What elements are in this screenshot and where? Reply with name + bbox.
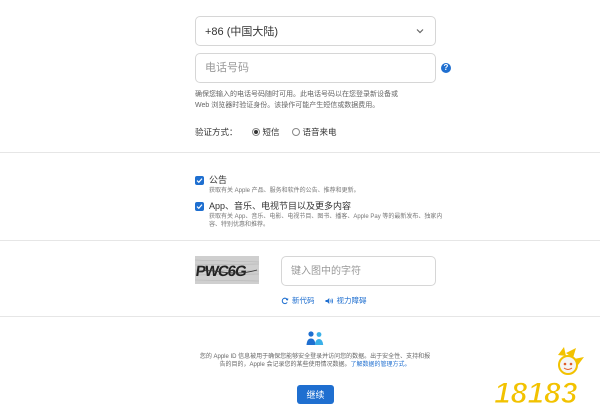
captcha-noise: PWC6G <box>195 256 259 284</box>
country-select[interactable]: +86 (中国大陆) <box>195 16 436 46</box>
apps-music-desc: 获取有关 App、音乐、电影、电视节目、图书、播客、Apple Pay 等的最新… <box>209 214 443 228</box>
radio-voice-call[interactable] <box>291 128 300 136</box>
checkmark-icon <box>196 178 203 184</box>
phone-number-input[interactable] <box>195 53 436 83</box>
radio-sms[interactable] <box>251 128 260 136</box>
speaker-icon <box>325 297 333 304</box>
divider <box>0 152 600 153</box>
country-select-value: +86 (中国大陆) <box>205 26 279 38</box>
announcements-desc: 获取有关 Apple 产品、服务和软件的公告、推荐和更新。 <box>209 188 360 194</box>
question-mark-icon[interactable]: ? <box>441 63 451 73</box>
captcha-text: PWC6G <box>195 263 247 280</box>
phone-note-line1: 确保您输入的电话号码随时可用。此电话号码以在您登录新设备或 <box>195 91 398 98</box>
captcha-links: 新代码 视力障碍 <box>281 295 377 306</box>
radio-sms-label[interactable]: 短信 <box>263 126 280 138</box>
mascot-icon <box>558 347 584 375</box>
phone-note: 确保您输入的电话号码随时可用。此电话号码以在您登录新设备或 Web 浏览器时验证… <box>195 89 455 111</box>
checkmark-icon <box>196 204 203 210</box>
privacy-line2: 告的目的，Apple 会记录您的某些使用情况数据。 <box>219 362 351 368</box>
divider <box>0 240 600 241</box>
apps-music-checkbox[interactable] <box>195 202 204 211</box>
captcha-image: PWC6G <box>195 256 259 284</box>
privacy-line1: 您的 Apple ID 信息被用于确保您能够安全登录并访问您的数据。出于安全性、… <box>199 354 431 360</box>
data-management-link[interactable]: 了解数据的管理方式。 <box>351 362 411 368</box>
watermark-text: 18183 <box>494 377 578 408</box>
verification-method: 验证方式： 短信 语音来电 <box>195 126 349 138</box>
subscription-announcements[interactable]: 公告 获取有关 Apple 产品、服务和软件的公告、推荐和更新。 <box>195 175 449 195</box>
divider <box>0 316 600 317</box>
radio-voice-call-label[interactable]: 语音来电 <box>303 126 337 138</box>
watermark-logo: 18183 <box>494 347 584 408</box>
refresh-icon <box>281 297 289 304</box>
vision-impaired-label: 视力障碍 <box>336 296 367 305</box>
vision-impaired-link[interactable]: 视力障碍 <box>325 295 367 306</box>
phone-note-line2: Web 浏览器时验证身份。该操作可能产生短信或数据费用。 <box>195 102 380 109</box>
apps-music-title: App、音乐、电视节目以及更多内容 <box>209 201 352 211</box>
captcha-input[interactable] <box>281 256 436 286</box>
verification-label: 验证方式： <box>195 127 238 137</box>
chevron-down-icon <box>416 29 424 34</box>
continue-button[interactable]: 继续 <box>297 385 334 404</box>
new-code-label: 新代码 <box>292 296 315 305</box>
announcements-title: 公告 <box>209 175 228 185</box>
announcements-checkbox[interactable] <box>195 176 204 185</box>
subscription-apps-music[interactable]: App、音乐、电视节目以及更多内容 获取有关 App、音乐、电影、电视节目、图书… <box>195 201 449 229</box>
people-icon <box>306 331 324 345</box>
new-code-link[interactable]: 新代码 <box>281 295 315 306</box>
privacy-notice: 您的 Apple ID 信息被用于确保您能够安全登录并访问您的数据。出于安全性、… <box>190 353 440 369</box>
